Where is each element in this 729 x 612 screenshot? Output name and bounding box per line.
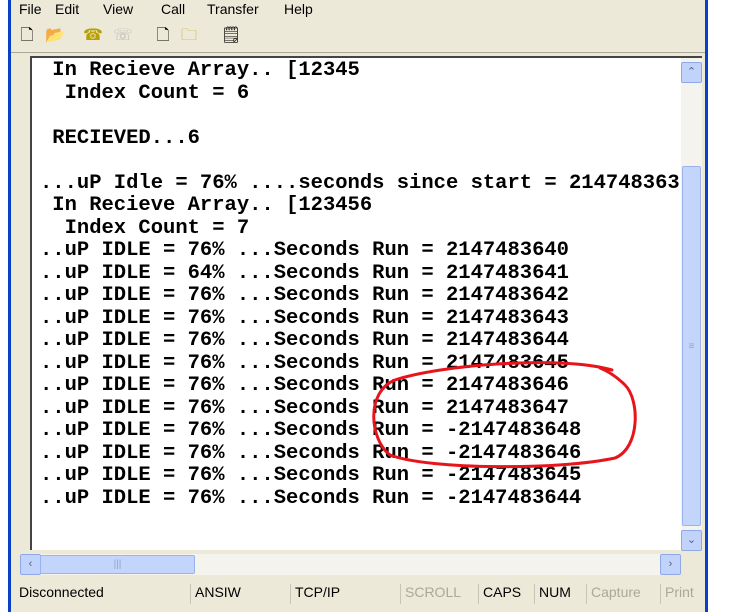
connect-icon[interactable]: ☎ bbox=[83, 26, 103, 46]
terminal-line: ..uP IDLE = 76% ...Seconds Run = 2147483… bbox=[40, 329, 569, 352]
horizontal-scroll-thumb[interactable]: ||| bbox=[40, 555, 195, 574]
send-icon[interactable]: 🗋 bbox=[153, 26, 173, 46]
status-bar: Disconnected ANSIW TCP/IP SCROLL CAPS NU… bbox=[11, 580, 705, 604]
menu-file[interactable]: File bbox=[19, 1, 42, 17]
terminal-line: ..uP IDLE = 64% ...Seconds Run = 2147483… bbox=[40, 261, 569, 285]
status-print: Print bbox=[660, 584, 705, 604]
menu-help[interactable]: Help bbox=[284, 1, 313, 17]
menu-edit[interactable]: Edit bbox=[55, 1, 79, 17]
vertical-scrollbar[interactable]: ⌃ ≡ ⌄ bbox=[681, 58, 702, 551]
terminal-line: In Recieve Array.. [123456 bbox=[40, 194, 373, 217]
disconnect-icon[interactable]: ☏ bbox=[113, 26, 133, 46]
terminal-line: ..uP IDLE = 76% ...Seconds Run = 2147483… bbox=[40, 284, 569, 307]
receive-icon[interactable]: 🗀 bbox=[179, 26, 199, 46]
terminal-line: ..uP IDLE = 76% ...Seconds Run = 2147483… bbox=[40, 374, 569, 397]
menu-bar: File Edit View Call Transfer Help bbox=[11, 0, 705, 20]
toolbar: 🗋 📂 ☎ ☏ 🗋 🗀 🗒 bbox=[11, 22, 705, 53]
vertical-scroll-thumb[interactable]: ≡ bbox=[682, 166, 701, 526]
terminal-line: ...uP Idle = 76% ....seconds since start… bbox=[40, 171, 680, 195]
status-protocol: TCP/IP bbox=[290, 584, 400, 604]
terminal-line: ..uP IDLE = 76% ...Seconds Run = -214748… bbox=[40, 419, 582, 442]
status-emulation: ANSIW bbox=[190, 584, 290, 604]
menu-transfer[interactable]: Transfer bbox=[207, 1, 259, 17]
scroll-right-button[interactable]: › bbox=[660, 554, 681, 575]
horizontal-scrollbar[interactable]: ‹ ||| › bbox=[20, 554, 681, 575]
status-capture: Capture bbox=[586, 584, 660, 604]
scroll-left-button[interactable]: ‹ bbox=[20, 554, 41, 575]
terminal-line: ..uP IDLE = 76% ...Seconds Run = -214748… bbox=[40, 464, 582, 487]
new-icon[interactable]: 🗋 bbox=[17, 26, 37, 46]
terminal-line: ..uP IDLE = 76% ...Seconds Run = -214748… bbox=[40, 486, 582, 510]
scroll-up-button[interactable]: ⌃ bbox=[681, 62, 702, 83]
status-connection: Disconnected bbox=[19, 584, 104, 600]
terminal-line: Index Count = 7 bbox=[40, 216, 250, 240]
terminal-line: Index Count = 6 bbox=[40, 81, 250, 105]
terminal-line: ..uP IDLE = 76% ...Seconds Run = 2147483… bbox=[40, 239, 569, 262]
terminal-line: ..uP IDLE = 76% ...Seconds Run = 2147483… bbox=[40, 306, 569, 330]
status-scroll: SCROLL bbox=[400, 584, 478, 604]
terminal-line: ..uP IDLE = 76% ...Seconds Run = 2147483… bbox=[40, 351, 569, 375]
terminal-output: In Recieve Array.. [12345 Index Count = … bbox=[40, 60, 680, 542]
menu-call[interactable]: Call bbox=[161, 1, 185, 17]
properties-icon[interactable]: 🗒 bbox=[221, 26, 241, 46]
terminal-line: RECIEVED...6 bbox=[40, 126, 200, 150]
terminal-line: In Recieve Array.. [12345 bbox=[40, 60, 360, 82]
menu-view[interactable]: View bbox=[103, 1, 133, 17]
scroll-down-button[interactable]: ⌄ bbox=[681, 530, 702, 551]
status-caps: CAPS bbox=[478, 584, 534, 604]
open-icon[interactable]: 📂 bbox=[45, 26, 65, 46]
terminal-line: ..uP IDLE = 76% ...Seconds Run = -214748… bbox=[40, 441, 582, 465]
terminal-line: ..uP IDLE = 76% ...Seconds Run = 2147483… bbox=[40, 396, 569, 420]
status-num: NUM bbox=[534, 584, 586, 604]
terminal-area[interactable]: In Recieve Array.. [12345 Index Count = … bbox=[30, 56, 702, 551]
hyperterminal-window: File Edit View Call Transfer Help 🗋 📂 ☎ … bbox=[8, 0, 708, 612]
